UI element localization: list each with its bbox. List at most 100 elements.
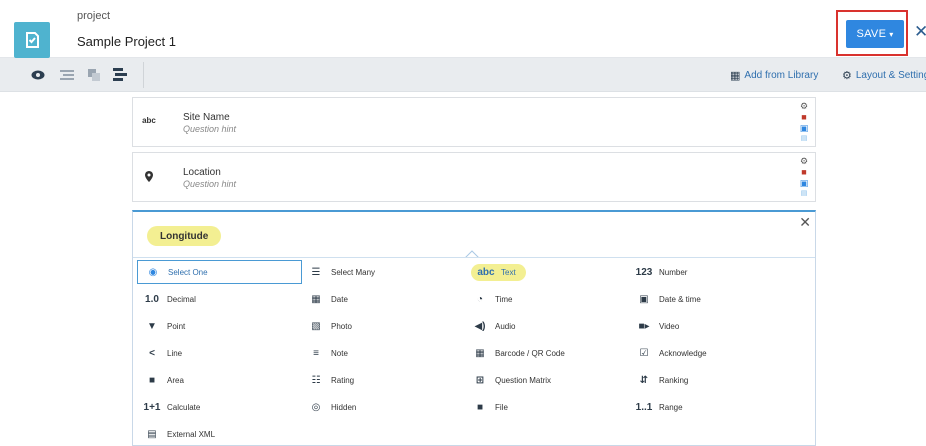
file-icon: ■ <box>476 401 484 413</box>
external-xml-icon: ▤ <box>147 428 157 440</box>
select-one-icon: ◉ <box>148 266 158 278</box>
type-option-label: Line <box>167 348 183 358</box>
add-to-library-icon[interactable]: ▤ <box>801 189 808 199</box>
type-option-label: Question Matrix <box>495 375 552 385</box>
question-label[interactable]: Site Name <box>183 112 230 123</box>
type-option-label: Date <box>331 294 348 304</box>
layout-settings-label: Layout & Settings <box>855 70 926 81</box>
rating-icon: ☷ <box>311 374 321 386</box>
type-option-audio[interactable]: ◀) Audio <box>465 314 630 338</box>
type-option-label: Acknowledge <box>659 348 707 358</box>
type-option-ranking[interactable]: ⇵ Ranking <box>629 368 794 392</box>
type-option-date[interactable]: ▦ Date <box>301 287 466 311</box>
duplicate-icon[interactable]: ▣ <box>800 178 809 188</box>
type-option-label: Decimal <box>167 294 196 304</box>
type-option-label: Time <box>495 294 513 304</box>
question-label[interactable]: Location <box>183 167 221 178</box>
decimal-icon: 1.0 <box>145 293 159 305</box>
audio-icon: ◀) <box>474 320 486 332</box>
type-option-label: Rating <box>331 375 355 385</box>
chevron-down-icon: ▾ <box>889 29 894 39</box>
add-to-library-icon[interactable]: ▤ <box>801 134 808 144</box>
hidden-icon: ◎ <box>311 401 321 413</box>
settings-gear-icon[interactable]: ⚙ <box>800 156 808 166</box>
save-button[interactable]: SAVE ▾ <box>846 20 904 48</box>
calculate-icon: 1+1 <box>143 401 161 413</box>
question-card-location[interactable]: Location Question hint ⚙ ■ ▣ ▤ <box>132 152 816 202</box>
type-option-photo[interactable]: ▧ Photo <box>301 314 466 338</box>
type-option-label: Hidden <box>331 402 357 412</box>
type-option-video[interactable]: ■▸ Video <box>629 314 794 338</box>
type-option-label: Note <box>331 348 348 358</box>
type-option-decimal[interactable]: 1.0 Decimal <box>137 287 302 311</box>
delete-trash-icon[interactable]: ■ <box>801 112 806 122</box>
type-option-external-xml[interactable]: ▤ External XML <box>137 422 302 446</box>
type-option-label: Select Many <box>331 267 376 277</box>
add-from-library-label: Add from Library <box>744 70 819 81</box>
type-option-hidden[interactable]: ◎ Hidden <box>301 395 466 419</box>
type-option-calculate[interactable]: 1+1 Calculate <box>137 395 302 419</box>
close-icon[interactable]: ✕ <box>799 214 811 231</box>
acknowledge-icon: ☑ <box>639 347 649 359</box>
add-question-icon[interactable] <box>112 67 128 83</box>
type-option-label: Text <box>501 267 516 277</box>
group-questions-icon[interactable] <box>86 67 102 83</box>
question-type-picker: ✕ Longitude ◉ Select One ☰ Select Many abc Te… <box>132 210 816 446</box>
question-card-site-name[interactable]: abc Site Name Question hint ⚙ ■ ▣ ▤ <box>132 97 816 147</box>
text-type-icon: abc <box>142 116 156 125</box>
ranking-icon: ⇵ <box>639 374 649 386</box>
type-option-label: Calculate <box>167 402 201 412</box>
type-option-area[interactable]: ■ Area <box>137 368 302 392</box>
duplicate-icon[interactable]: ▣ <box>800 123 809 133</box>
point-icon: ▼ <box>147 320 157 332</box>
type-option-range[interactable]: 1..1 Range <box>629 395 794 419</box>
toolbar-separator <box>143 62 144 88</box>
delete-trash-icon[interactable]: ■ <box>801 167 806 177</box>
settings-gear-icon[interactable]: ⚙ <box>800 101 808 111</box>
type-option-label: Video <box>659 321 680 331</box>
type-option-point[interactable]: ▼ Point <box>137 314 302 338</box>
app-logo[interactable] <box>14 22 50 58</box>
select-many-icon: ☰ <box>311 266 321 278</box>
type-option-date-time[interactable]: ▣ Date & time <box>629 287 794 311</box>
type-option-select-one[interactable]: ◉ Select One <box>137 260 302 284</box>
line-icon: < <box>149 347 155 359</box>
type-option-acknowledge[interactable]: ☑ Acknowledge <box>629 341 794 365</box>
layout-settings-link[interactable]: ⚙ Layout & Settings <box>842 69 926 82</box>
new-question-name[interactable]: Longitude <box>147 226 222 246</box>
preview-eye-icon[interactable] <box>30 67 46 83</box>
type-option-number[interactable]: 123 Number <box>629 260 794 284</box>
picker-divider <box>133 257 815 258</box>
question-actions: ⚙ ■ ▣ ▤ <box>799 101 809 144</box>
type-option-label: Audio <box>495 321 516 331</box>
question-hint[interactable]: Question hint <box>183 124 236 134</box>
type-option-time[interactable]: ◔ Time <box>465 287 630 311</box>
question-hint[interactable]: Question hint <box>183 179 236 189</box>
type-option-label: Select One <box>168 267 208 277</box>
location-pin-icon <box>141 171 157 184</box>
type-option-label: Area <box>167 375 184 385</box>
type-option-select-many[interactable]: ☰ Select Many <box>301 260 466 284</box>
date-icon: ▦ <box>311 293 321 305</box>
collapse-questions-icon[interactable] <box>59 67 75 83</box>
type-option-label: File <box>495 402 508 412</box>
type-option-barcode-qr-code[interactable]: ▦ Barcode / QR Code <box>465 341 630 365</box>
type-option-note[interactable]: ≡ Note <box>301 341 466 365</box>
area-icon: ■ <box>148 374 156 386</box>
type-option-label: Range <box>659 402 683 412</box>
question-matrix-icon: ⊞ <box>475 374 485 386</box>
type-option-file[interactable]: ■ File <box>465 395 630 419</box>
type-option-line[interactable]: < Line <box>137 341 302 365</box>
barcode-qr-code-icon: ▦ <box>475 347 485 359</box>
highlight-pill: abc Text <box>471 263 526 281</box>
type-option-label: Ranking <box>659 375 689 385</box>
time-icon: ◔ <box>476 293 484 305</box>
type-option-rating[interactable]: ☷ Rating <box>301 368 466 392</box>
add-from-library-link[interactable]: ▦ Add from Library <box>730 69 818 82</box>
number-icon: 123 <box>635 266 653 278</box>
type-option-question-matrix[interactable]: ⊞ Question Matrix <box>465 368 630 392</box>
project-name-field[interactable]: Sample Project 1 <box>77 34 176 49</box>
type-option-text[interactable]: abc Text <box>465 260 630 284</box>
close-icon[interactable]: ✕ <box>914 22 926 42</box>
type-option-label: Date & time <box>659 294 701 304</box>
